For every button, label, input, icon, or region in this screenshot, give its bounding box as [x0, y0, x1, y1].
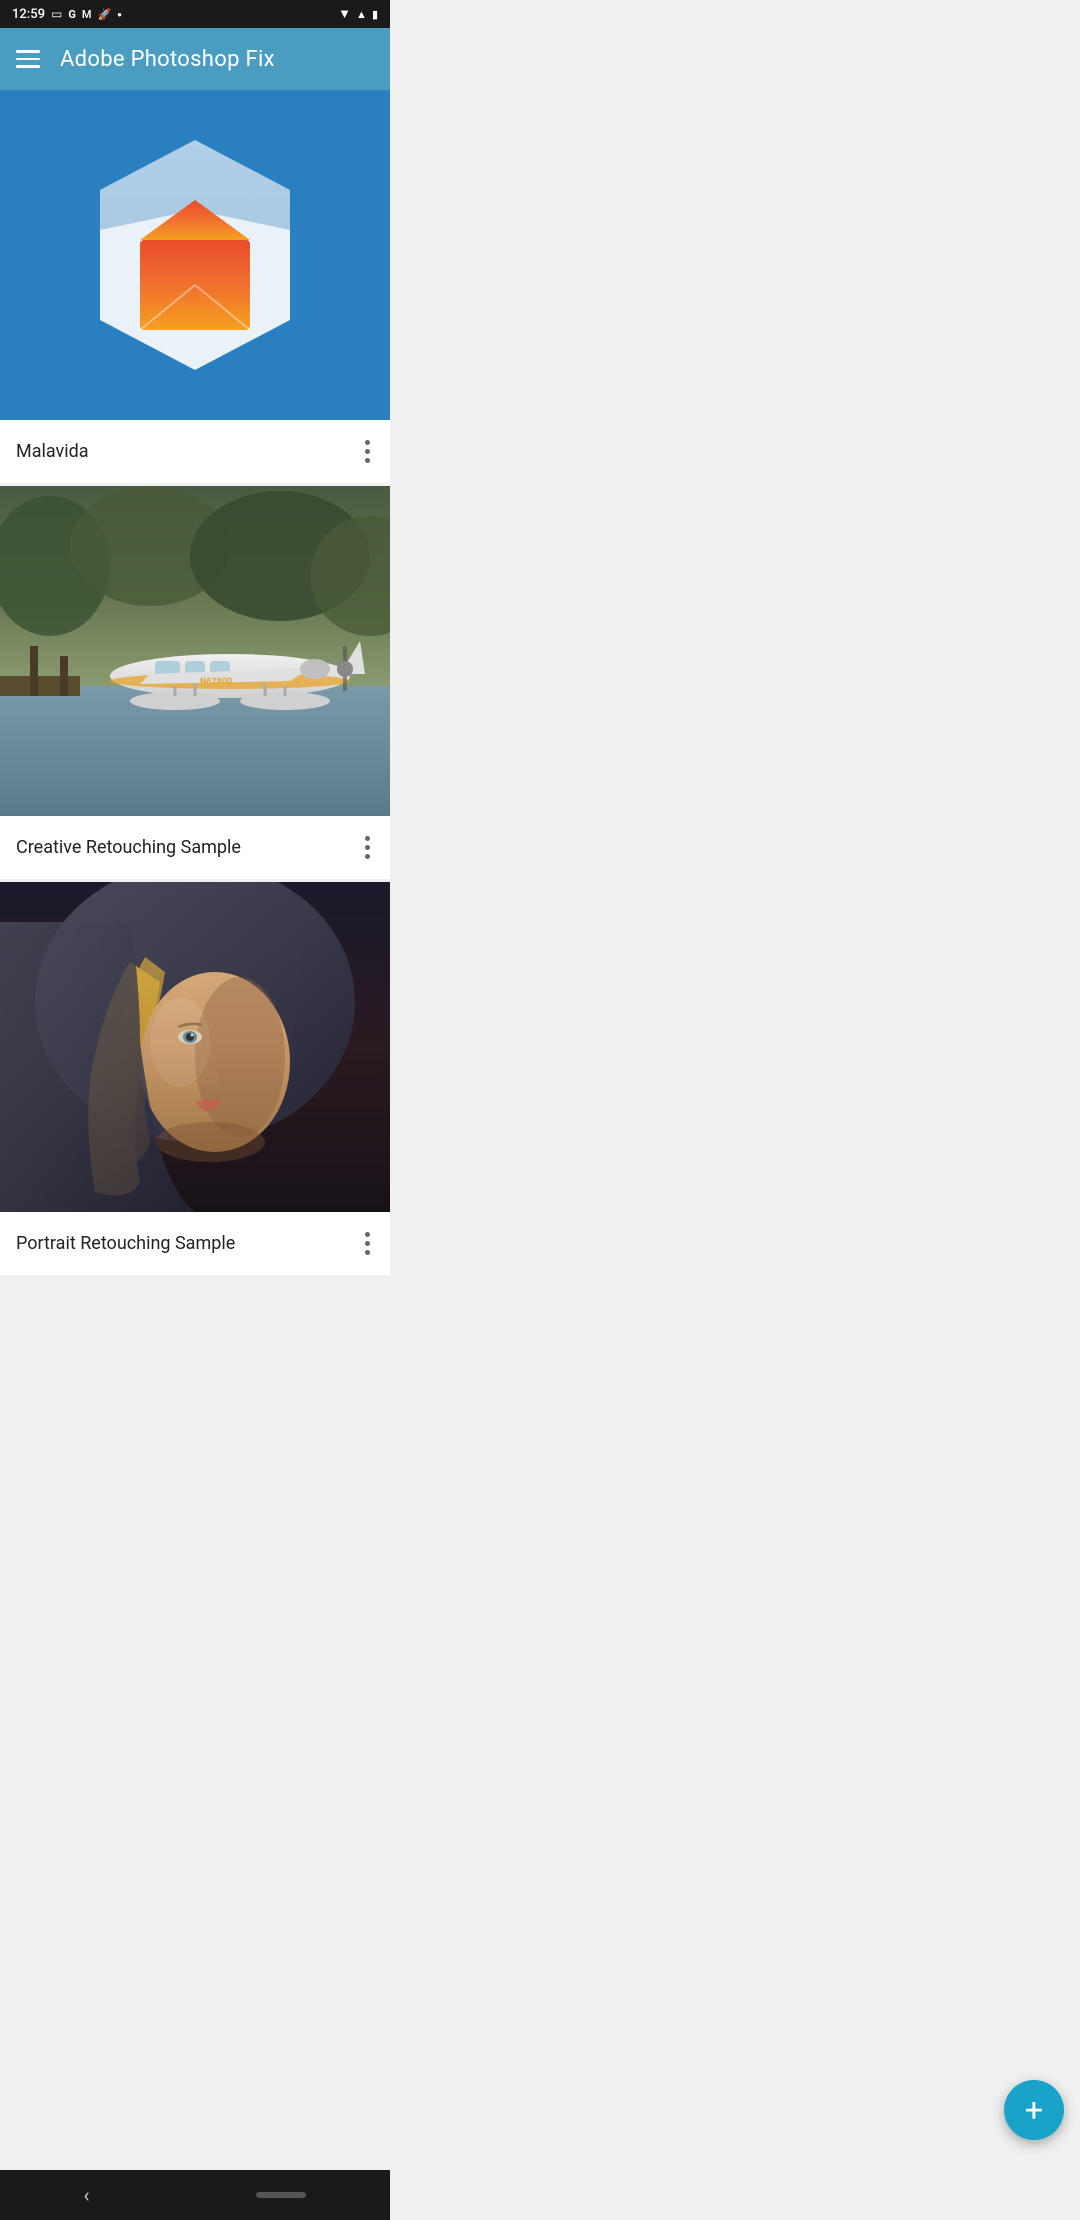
creative-retouching-card-footer: Creative Retouching Sample — [0, 816, 390, 879]
svg-text:N62800: N62800 — [200, 677, 232, 687]
project-list: Malavida — [0, 90, 390, 1275]
portrait-retouching-card-footer: Portrait Retouching Sample — [0, 1212, 390, 1275]
back-button[interactable]: ‹ — [83, 2183, 89, 2207]
malavida-card-title: Malavida — [16, 441, 89, 462]
signal-icon: ▲ — [356, 8, 367, 21]
app-title: Adobe Photoshop Fix — [60, 47, 275, 72]
g-icon: G — [68, 8, 76, 21]
portrait-retouching-more-button[interactable] — [361, 1228, 374, 1259]
navigation-bar: ‹ — [0, 2170, 390, 2220]
toolbar: Adobe Photoshop Fix — [0, 28, 390, 90]
add-project-fab[interactable]: + — [1004, 2080, 1064, 2140]
malavida-logo-svg — [85, 130, 305, 380]
seaplane-scene-svg: N62800 — [0, 486, 390, 816]
project-card-creative-retouching: N62800 Creative Retouching Sample — [0, 486, 390, 879]
malavida-card-image[interactable] — [0, 90, 390, 420]
status-right: ▼ ▲ ▮ — [338, 6, 378, 22]
seaplane-card-image[interactable]: N62800 — [0, 486, 390, 816]
notification-dot-icon: ● — [117, 10, 122, 19]
project-card-malavida: Malavida — [0, 90, 390, 483]
creative-retouching-more-button[interactable] — [361, 832, 374, 863]
hamburger-menu-button[interactable] — [16, 50, 40, 68]
time-display: 12:59 — [12, 7, 45, 22]
status-bar: 12:59 ▭ G M 🚀 ● ▼ ▲ ▮ — [0, 0, 390, 28]
project-card-portrait-retouching: Portrait Retouching Sample — [0, 882, 390, 1275]
plus-icon: + — [1025, 2091, 1043, 2129]
wifi-icon: ▼ — [338, 6, 351, 22]
malavida-card-footer: Malavida — [0, 420, 390, 483]
rocket-icon: 🚀 — [97, 8, 111, 21]
gmail-icon: M — [82, 8, 92, 21]
home-indicator[interactable] — [256, 2192, 306, 2198]
portrait-card-image[interactable] — [0, 882, 390, 1212]
malavida-more-button[interactable] — [361, 436, 374, 467]
portrait-scene-svg — [0, 882, 390, 1212]
status-left: 12:59 ▭ G M 🚀 ● — [12, 7, 122, 22]
creative-retouching-card-title: Creative Retouching Sample — [16, 837, 241, 858]
sim-card-icon: ▭ — [51, 7, 62, 21]
battery-icon: ▮ — [372, 8, 378, 21]
portrait-retouching-card-title: Portrait Retouching Sample — [16, 1233, 235, 1254]
